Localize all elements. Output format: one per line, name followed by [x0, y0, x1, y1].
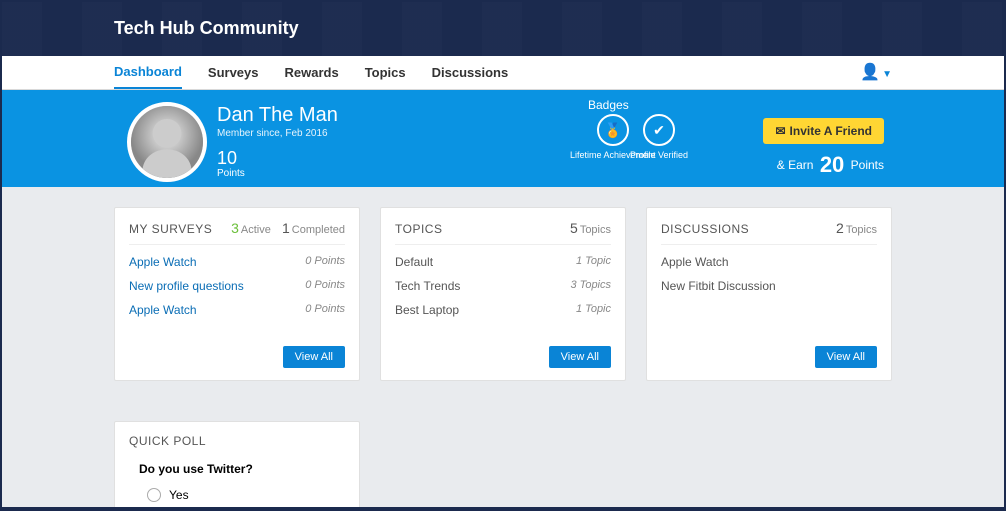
- discussion-row[interactable]: Apple Watch: [661, 255, 877, 269]
- user-icon: 👤: [860, 64, 880, 81]
- view-all-discussions-button[interactable]: View All: [815, 346, 877, 368]
- discussions-meta: 2Topics: [834, 220, 877, 236]
- main-nav: Dashboard Surveys Rewards Topics Discuss…: [2, 56, 1004, 90]
- surveys-meta: 3Active 1Completed: [231, 220, 345, 236]
- survey-row[interactable]: Apple Watch0 Points: [129, 255, 345, 269]
- card-title: MY SURVEYS: [129, 222, 212, 236]
- survey-row[interactable]: Apple Watch0 Points: [129, 303, 345, 317]
- tab-surveys[interactable]: Surveys: [208, 57, 259, 88]
- member-since: Member since, Feb 2016: [217, 128, 328, 139]
- tab-discussions[interactable]: Discussions: [432, 57, 509, 88]
- points-label: Points: [217, 168, 245, 179]
- topics-meta: 5Topics: [568, 220, 611, 236]
- points-value: 10: [217, 148, 237, 169]
- poll-question: Do you use Twitter?: [139, 462, 345, 476]
- view-all-surveys-button[interactable]: View All: [283, 346, 345, 368]
- award-icon: 🏅: [597, 114, 629, 146]
- site-title: Tech Hub Community: [114, 18, 299, 39]
- survey-row[interactable]: New profile questions0 Points: [129, 279, 345, 293]
- invite-friend-button[interactable]: ✉ Invite A Friend: [763, 118, 884, 144]
- topic-row[interactable]: Best Laptop1 Topic: [395, 303, 611, 317]
- radio-icon: [147, 488, 161, 502]
- envelope-icon: ✉: [775, 124, 785, 138]
- poll-option-yes[interactable]: Yes: [147, 488, 345, 502]
- tab-topics[interactable]: Topics: [365, 57, 406, 88]
- card-title: QUICK POLL: [129, 434, 345, 448]
- view-all-topics-button[interactable]: View All: [549, 346, 611, 368]
- topic-row[interactable]: Tech Trends3 Topics: [395, 279, 611, 293]
- card-title: DISCUSSIONS: [661, 222, 749, 236]
- card-my-surveys: MY SURVEYS 3Active 1Completed Apple Watc…: [114, 207, 360, 381]
- verified-icon: ✔: [643, 114, 675, 146]
- invite-label: Invite A Friend: [790, 124, 872, 138]
- caret-down-icon: ▼: [882, 69, 892, 80]
- badge-profile-verified[interactable]: ✔ Profile Verified: [630, 114, 688, 161]
- card-title: TOPICS: [395, 222, 442, 236]
- badge-label: Profile Verified: [630, 150, 688, 161]
- discussion-row[interactable]: New Fitbit Discussion: [661, 279, 877, 293]
- card-discussions: DISCUSSIONS 2Topics Apple Watch New Fitb…: [646, 207, 892, 381]
- profile-name: Dan The Man: [217, 104, 338, 127]
- tab-dashboard[interactable]: Dashboard: [114, 56, 182, 89]
- tab-rewards[interactable]: Rewards: [285, 57, 339, 88]
- dashboard-cards: MY SURVEYS 3Active 1Completed Apple Watc…: [114, 207, 892, 381]
- topic-row[interactable]: Default1 Topic: [395, 255, 611, 269]
- brand-bar: Tech Hub Community: [2, 2, 1004, 56]
- avatar[interactable]: [127, 102, 207, 182]
- user-menu[interactable]: 👤▼: [860, 62, 892, 82]
- poll-option-label: Yes: [169, 488, 189, 502]
- profile-hero: Dan The Man Member since, Feb 2016 10 Po…: [2, 90, 1004, 187]
- earn-points-text: & Earn 20 Points: [777, 152, 884, 178]
- badges-heading: Badges: [588, 98, 629, 112]
- card-quick-poll: QUICK POLL Do you use Twitter? Yes: [114, 421, 360, 511]
- card-topics: TOPICS 5Topics Default1 Topic Tech Trend…: [380, 207, 626, 381]
